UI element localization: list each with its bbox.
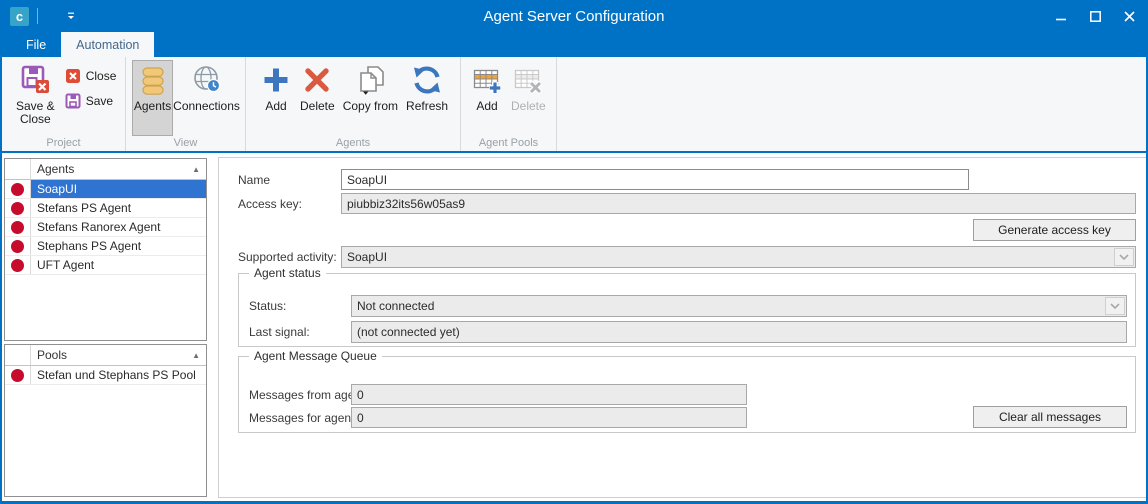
last-signal-field: (not connected yet) [351, 321, 1127, 343]
agent-status-dot [11, 183, 24, 196]
agents-list: Agents ▲ SoapUI Stefans PS Agent Stefans… [4, 158, 207, 341]
save-button[interactable]: Save [65, 93, 117, 109]
pool-row-stefan-und-stephans-ps-pool[interactable]: Stefan und Stephans PS Pool [5, 366, 206, 385]
messages-from-agent-label: Messages from agent: [249, 388, 368, 402]
agent-row-stefans-ps-agent[interactable]: Stefans PS Agent [5, 199, 206, 218]
view-agents-toggle[interactable]: Agents [132, 60, 173, 136]
status-dropdown[interactable]: Not connected [351, 295, 1127, 317]
clear-all-messages-button[interactable]: Clear all messages [973, 406, 1127, 428]
pools-list-header[interactable]: Pools ▲ [5, 345, 206, 366]
connections-globe-icon [191, 64, 223, 96]
qat-separator [37, 8, 38, 24]
ribbon-group-project: Save & Close Close Sav [2, 57, 126, 151]
last-signal-label: Last signal: [249, 325, 310, 339]
agent-add-button[interactable]: Add [256, 60, 296, 136]
agent-server-configuration-window: c Agent Server Configuration File Automa… [0, 0, 1148, 504]
supported-activity-dropdown[interactable]: SoapUI [341, 246, 1136, 268]
group-label-view: View [126, 137, 245, 149]
tab-file[interactable]: File [11, 32, 61, 57]
name-label: Name [238, 173, 270, 187]
access-key-field[interactable]: piubbiz32its56w05as9 [341, 193, 1136, 214]
agent-message-queue-group-title: Agent Message Queue [249, 349, 382, 363]
agent-status-group-title: Agent status [249, 266, 326, 280]
close-icon [65, 68, 81, 84]
messages-from-agent-field: 0 [351, 384, 747, 405]
messages-for-agent-field: 0 [351, 407, 747, 428]
chevron-down-icon[interactable] [1114, 248, 1134, 266]
agent-row-stephans-ps-agent[interactable]: Stephans PS Agent [5, 237, 206, 256]
delete-x-icon [301, 64, 333, 96]
view-connections-toggle[interactable]: Connections [173, 60, 240, 136]
pool-add-table-icon [471, 64, 503, 96]
name-field[interactable]: SoapUI [341, 169, 969, 190]
minimize-button[interactable] [1044, 0, 1078, 32]
close-project-button[interactable]: Close [65, 68, 117, 84]
add-plus-icon [260, 64, 292, 96]
save-icon [65, 93, 81, 109]
agent-status-dot [11, 221, 24, 234]
pool-delete-button[interactable]: Delete [507, 60, 550, 136]
title-bar: c Agent Server Configuration [2, 0, 1146, 32]
qat-customize-chevron-icon[interactable] [60, 5, 82, 27]
agent-status-group: Agent status Status: Not connected Last … [238, 273, 1136, 347]
ribbon: Save & Close Close Sav [2, 57, 1146, 153]
chevron-down-icon[interactable] [1105, 297, 1125, 315]
ribbon-group-view: Agents Connections View [126, 57, 246, 151]
agent-status-dot [11, 202, 24, 215]
agent-status-dot [11, 240, 24, 253]
status-label: Status: [249, 299, 286, 313]
agent-detail-panel: Name SoapUI Access key: piubbiz32its56w0… [218, 157, 1147, 498]
ribbon-group-agents: Add Delete Copy from [246, 57, 461, 151]
pools-list: Pools ▲ Stefan und Stephans PS Pool [4, 344, 207, 497]
supported-activity-label: Supported activity: [238, 250, 337, 264]
agent-row-stefans-ranorex-agent[interactable]: Stefans Ranorex Agent [5, 218, 206, 237]
agent-row-uft-agent[interactable]: UFT Agent [5, 256, 206, 275]
sort-ascending-icon: ▲ [192, 165, 206, 174]
window-title: Agent Server Configuration [2, 8, 1146, 25]
tab-automation[interactable]: Automation [61, 32, 154, 57]
app-logo-icon: c [10, 7, 29, 26]
agent-delete-button[interactable]: Delete [296, 60, 339, 136]
agents-database-icon [137, 64, 169, 96]
pool-status-dot [11, 369, 24, 382]
agent-row-soapui[interactable]: SoapUI [5, 180, 206, 199]
pool-delete-table-icon [512, 64, 544, 96]
maximize-button[interactable] [1078, 0, 1112, 32]
sort-ascending-icon: ▲ [192, 351, 206, 360]
messages-for-agent-label: Messages for agent: [249, 411, 358, 425]
pools-header-label: Pools [31, 348, 192, 362]
group-label-project: Project [2, 137, 125, 149]
quick-access-toolbar: c [2, 5, 82, 27]
save-close-icon [19, 64, 51, 96]
group-label-agents: Agents [246, 137, 460, 149]
agents-header-icon-column [5, 159, 31, 179]
copy-from-icon [353, 64, 387, 96]
agent-copy-from-button[interactable]: Copy from [339, 60, 402, 136]
agent-status-dot [11, 259, 24, 272]
refresh-icon [411, 64, 443, 96]
group-label-agent-pools: Agent Pools [461, 137, 556, 149]
ribbon-group-agent-pools: Add Delete Agent Pools [461, 57, 557, 151]
agents-header-label: Agents [31, 162, 192, 176]
agent-refresh-button[interactable]: Refresh [402, 60, 452, 136]
agents-list-header[interactable]: Agents ▲ [5, 159, 206, 180]
close-window-button[interactable] [1112, 0, 1146, 32]
pool-add-button[interactable]: Add [467, 60, 507, 136]
generate-access-key-button[interactable]: Generate access key [973, 219, 1136, 241]
save-and-close-button[interactable]: Save & Close [12, 60, 59, 136]
pools-header-icon-column [5, 345, 31, 365]
ribbon-tab-row: File Automation [2, 32, 1146, 57]
access-key-label: Access key: [238, 197, 302, 211]
